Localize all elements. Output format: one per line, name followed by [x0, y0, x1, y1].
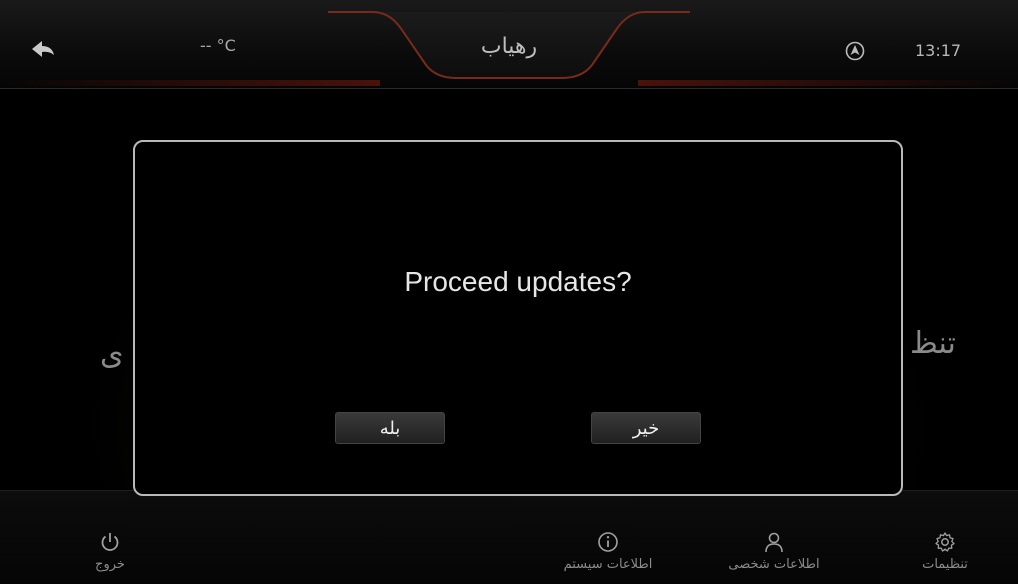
dialog-message: Proceed updates? [404, 266, 632, 297]
screen: -- °C رهیاب 13:17 ی تنظ خروج اطلاعات سیس… [0, 0, 1018, 584]
top-bar-glow-right [638, 80, 1018, 86]
yes-button[interactable]: بله [335, 412, 445, 444]
system-info-label: اطلاعات سیستم [563, 557, 653, 572]
top-bar: -- °C رهیاب 13:17 [0, 0, 1018, 89]
app-title: رهیاب [480, 34, 538, 59]
power-icon [101, 533, 119, 551]
personal-info-button[interactable]: اطلاعات شخصی [714, 531, 834, 572]
exit-label: خروج [95, 557, 125, 572]
top-bar-glow-left [0, 80, 380, 86]
user-icon [765, 532, 783, 553]
clock: 13:17 [915, 41, 962, 60]
navigation-icon[interactable] [845, 41, 865, 61]
info-icon [598, 532, 618, 552]
background-menu-label-right: تنظ [910, 326, 956, 361]
background-menu-label-left: ی [100, 337, 124, 372]
personal-info-label: اطلاعات شخصی [728, 557, 820, 572]
gear-icon [935, 532, 955, 552]
settings-label: تنظیمات [922, 557, 968, 572]
bottom-nav: خروج اطلاعات سیستم اطلاعات شخصی تنظیمات [0, 490, 1018, 584]
update-confirm-dialog: Proceed updates? بله خیر [133, 140, 903, 496]
settings-button[interactable]: تنظیمات [905, 531, 985, 572]
exit-button[interactable]: خروج [80, 531, 140, 572]
no-button[interactable]: خیر [591, 412, 701, 444]
system-info-button[interactable]: اطلاعات سیستم [548, 531, 668, 572]
